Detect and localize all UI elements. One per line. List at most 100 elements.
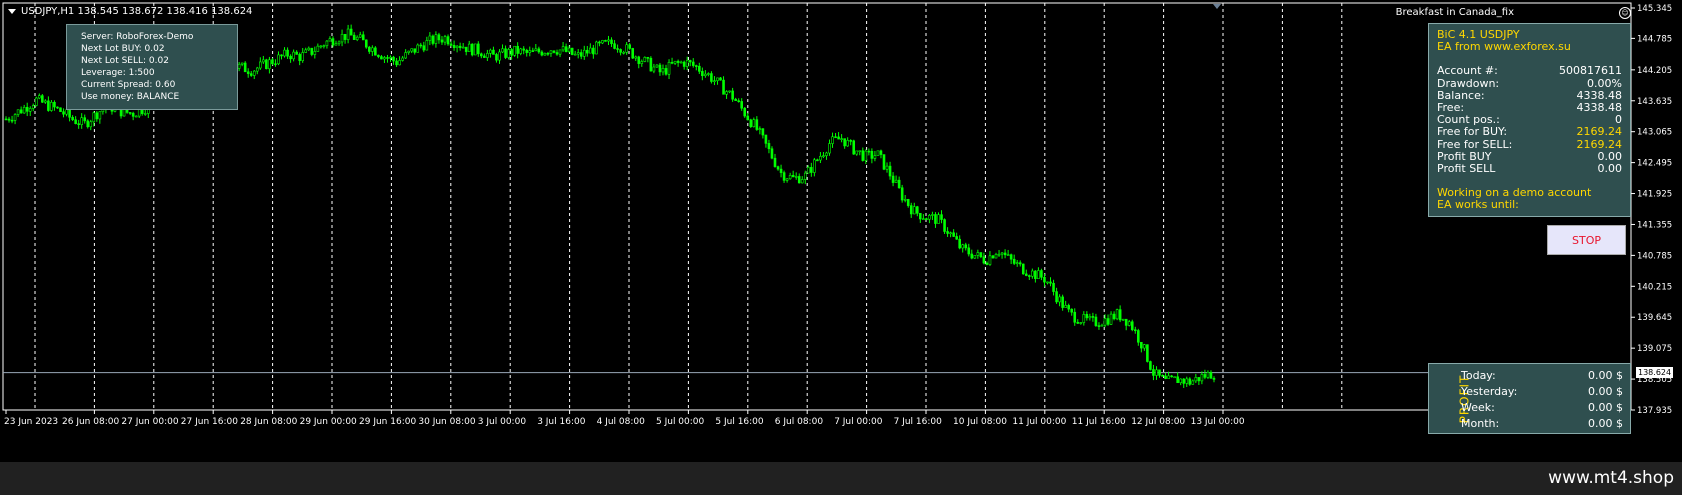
candle-body	[1115, 309, 1119, 320]
dropdown-triangle-icon[interactable]	[8, 8, 16, 14]
candle-body	[10, 119, 14, 122]
candle-body	[888, 165, 892, 177]
candle-body	[328, 38, 332, 42]
candle-body	[374, 47, 377, 56]
candle-body	[1037, 270, 1040, 280]
candle-body	[455, 45, 459, 49]
candle-body	[991, 255, 995, 259]
candle-body	[728, 90, 731, 93]
candle-body	[846, 140, 849, 147]
candle-body	[38, 95, 41, 99]
info-line: Current Spread: 0.60	[81, 80, 176, 90]
y-tick-label: 143.065	[1637, 128, 1672, 138]
candle-body	[307, 47, 311, 51]
candle-body	[949, 232, 952, 235]
candle-body	[970, 253, 974, 259]
candle-body	[819, 156, 822, 161]
candle-body	[782, 172, 786, 181]
candle-body	[1018, 262, 1022, 265]
candle-body	[598, 41, 601, 44]
candle-body	[864, 150, 868, 161]
candle-body	[737, 100, 740, 102]
candle-body	[937, 214, 940, 224]
candle-body	[919, 212, 922, 220]
candle-body	[779, 168, 783, 173]
candle-body	[65, 109, 68, 115]
candle-body	[495, 54, 498, 61]
candle-body	[1194, 377, 1198, 382]
candle-body	[758, 128, 762, 130]
ea-row: Drawdown: 0.00%	[1437, 76, 1622, 90]
candle-body	[237, 63, 241, 69]
candle-body	[601, 40, 604, 44]
candle-body	[498, 51, 501, 61]
candle-body	[885, 165, 889, 170]
candle-body	[1040, 270, 1043, 278]
candle-body	[1082, 314, 1086, 323]
candle-body	[1043, 276, 1046, 283]
candle-body	[976, 252, 980, 256]
candle-body	[1064, 305, 1067, 308]
footer-site[interactable]: www.mt4.shop	[1548, 468, 1674, 488]
candle-body	[634, 56, 638, 59]
candle-body	[304, 49, 308, 53]
candle-body	[528, 50, 532, 53]
candle-body	[473, 43, 477, 56]
candle-body	[676, 60, 680, 63]
symbol-info: USDJPY,H1 138.545 138.672 138.416 138.62…	[21, 6, 253, 17]
candle-body	[440, 39, 444, 43]
candle-body	[458, 45, 462, 48]
chart-window[interactable]: 23 Jun 2023 26 Jun 08:00 27 Jun 00:00 27 Ju…	[0, 0, 1682, 462]
candle-body	[480, 53, 483, 57]
candle-body	[776, 166, 780, 170]
y-tick-label: 142.495	[1637, 159, 1672, 169]
candle-body	[340, 33, 344, 43]
candle-body	[301, 52, 305, 61]
candle-body	[1158, 369, 1161, 376]
candle-body	[979, 252, 983, 258]
candle-body	[764, 134, 768, 144]
candle-body	[292, 51, 295, 60]
candle-body	[613, 43, 616, 49]
candle-body	[652, 66, 656, 72]
candle-body	[640, 61, 644, 64]
candle-body	[540, 51, 544, 56]
candle-body	[637, 56, 641, 64]
candle-body	[249, 73, 253, 76]
candle-body	[516, 45, 519, 54]
candle-body	[855, 150, 859, 155]
x-tick-label: 3 Jul 00:00	[478, 417, 527, 427]
candle-body	[501, 48, 504, 53]
candle-body	[664, 68, 668, 75]
candle-body	[1085, 314, 1089, 319]
candle-body	[483, 55, 486, 58]
x-tick-label: 10 Jul 08:00	[953, 417, 1007, 427]
candle-body	[71, 116, 74, 121]
candle-body	[903, 199, 907, 201]
stop-button[interactable]: STOP	[1547, 225, 1626, 255]
candle-body	[346, 28, 350, 40]
candle-body	[395, 60, 398, 66]
candle-body	[413, 48, 417, 53]
symbol-header: USDJPY,H1 138.545 138.672 138.416 138.62…	[8, 6, 252, 17]
candle-body	[879, 150, 883, 155]
candle-body	[398, 60, 401, 66]
candle-body	[1097, 325, 1101, 327]
x-tick-label: 11 Jul 16:00	[1072, 417, 1126, 427]
candle-body	[667, 62, 671, 75]
candle-body	[283, 49, 286, 57]
candle-body	[813, 159, 816, 173]
candle-body	[800, 179, 804, 184]
candle-body	[1185, 378, 1189, 384]
candle-body	[694, 65, 698, 67]
candle-body	[404, 52, 407, 59]
candle-body	[707, 73, 710, 75]
y-tick-label: 144.205	[1637, 66, 1672, 76]
candle-body	[525, 49, 529, 53]
candle-body	[755, 119, 759, 130]
candle-body	[510, 49, 513, 56]
candle-body	[534, 48, 538, 52]
candle-body	[280, 54, 283, 57]
candle-body	[89, 121, 93, 128]
candle-body	[788, 175, 792, 180]
